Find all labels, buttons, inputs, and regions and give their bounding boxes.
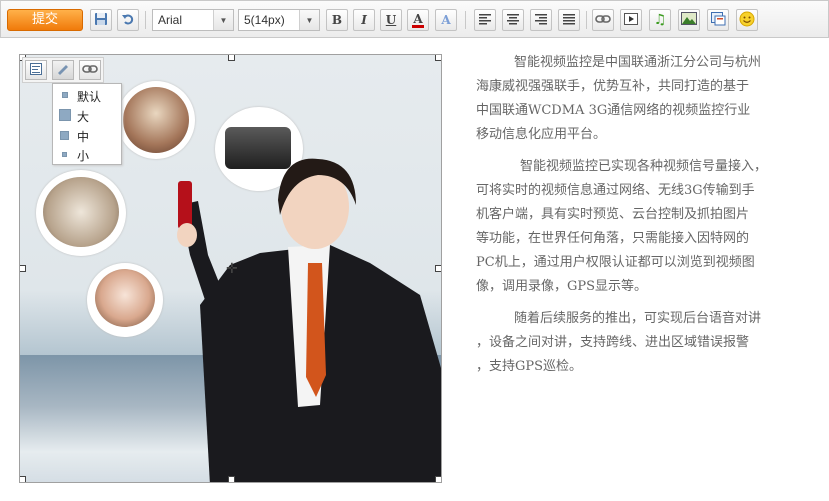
resize-handle-right[interactable] xyxy=(435,265,441,272)
text-line: 中国联通WCDMA 3G通信网络的视频监控行业 xyxy=(476,103,751,118)
toolbar-divider xyxy=(586,11,587,29)
align-center-icon xyxy=(507,13,519,28)
align-left-button[interactable] xyxy=(474,9,496,31)
image-button[interactable] xyxy=(678,9,700,31)
music-button[interactable]: ♫ xyxy=(649,9,671,31)
size-option-medium[interactable]: 中 xyxy=(53,126,121,145)
font-color-icon: A xyxy=(413,11,423,26)
resize-icon xyxy=(56,63,70,78)
text-line: 智能视频监控是中国联通浙江分公司与杭州 xyxy=(514,55,762,70)
image-size-menu: 默认 大 中 小 xyxy=(52,83,122,165)
businesswoman-figure xyxy=(177,158,441,482)
underline-button[interactable]: U xyxy=(380,9,402,31)
font-family-select[interactable]: Arial ▼ xyxy=(152,9,234,31)
align-left-icon xyxy=(479,13,491,28)
justify-icon xyxy=(563,13,575,28)
resize-handle-top[interactable] xyxy=(228,55,235,61)
size-option-large[interactable]: 大 xyxy=(53,106,121,125)
font-size-value: 5(14px) xyxy=(244,13,285,27)
undo-button[interactable] xyxy=(117,9,139,31)
editor-text-content[interactable]: 智能视频监控是中国联通浙江分公司与杭州 海康威视强强联手，优势互补，共同打造的基… xyxy=(476,51,806,387)
align-icon xyxy=(30,62,42,78)
size-option-label: 大 xyxy=(77,110,90,124)
resize-handle-left[interactable] xyxy=(20,265,26,272)
italic-button[interactable]: I xyxy=(353,9,375,31)
text-line: 机客户端，具有实时预览、云台控制及抓拍图片 xyxy=(476,207,750,222)
highlight-button[interactable]: A xyxy=(435,9,457,31)
text-line: 随着后续服务的推出，可实现后台语音对讲 xyxy=(514,311,762,326)
video-icon xyxy=(624,12,638,28)
submit-button[interactable]: 提交 xyxy=(7,9,83,31)
font-family-value: Arial xyxy=(158,13,183,27)
font-color-button[interactable]: A xyxy=(407,9,429,31)
chevron-down-icon: ▼ xyxy=(213,10,233,30)
text-line: 等功能，在世界任何角落，只需能接入因特网的 xyxy=(476,231,750,246)
photo-circle-child xyxy=(87,263,163,337)
align-center-button[interactable] xyxy=(502,9,524,31)
size-option-small[interactable]: 小 xyxy=(53,145,121,164)
screenshot-button[interactable] xyxy=(707,9,729,31)
video-button[interactable] xyxy=(620,9,642,31)
move-cursor-icon: ✛ xyxy=(226,261,238,277)
save-icon xyxy=(94,12,108,29)
size-option-label: 默认 xyxy=(77,90,102,104)
undo-icon xyxy=(121,12,135,29)
paragraph-3: 随着后续服务的推出，可实现后台语音对讲 ，设备之间对讲，支持跨线、进出区域错误报… xyxy=(476,307,806,379)
size-indicator-icon xyxy=(59,109,71,121)
align-right-icon xyxy=(535,13,547,28)
chevron-down-icon: ▼ xyxy=(299,10,319,30)
resize-handle-bottom[interactable] xyxy=(228,476,235,482)
link-button[interactable] xyxy=(592,9,614,31)
resize-handle-bottom-left[interactable] xyxy=(20,476,26,482)
font-size-select[interactable]: 5(14px) ▼ xyxy=(238,9,320,31)
text-line: ，支持GPS巡检。 xyxy=(476,359,583,374)
screenshot-icon xyxy=(710,11,726,29)
text-line: 像，调用录像，GPS显示等。 xyxy=(476,279,648,294)
font-color-bar xyxy=(412,24,424,28)
highlight-icon: A xyxy=(441,13,451,27)
resize-handle-bottom-right[interactable] xyxy=(435,476,441,482)
text-line: 移动信息化应用平台。 xyxy=(476,127,607,142)
resize-handle-top-right[interactable] xyxy=(435,55,441,61)
link-icon xyxy=(82,64,98,77)
image-toolbar xyxy=(22,57,104,83)
editor-toolbar: 提交 Arial ▼ 5(14px) ▼ B I U A A ♫ xyxy=(0,0,829,38)
italic-icon: I xyxy=(361,13,367,27)
underline-icon: U xyxy=(385,13,397,27)
music-icon: ♫ xyxy=(653,12,667,28)
photo-circle-living-room xyxy=(36,170,126,256)
size-indicator-icon xyxy=(60,131,69,140)
link-icon xyxy=(595,13,611,27)
size-option-default[interactable]: 默认 xyxy=(53,86,121,105)
bold-button[interactable]: B xyxy=(326,9,348,31)
bold-icon: B xyxy=(331,13,343,27)
image-link-button[interactable] xyxy=(79,60,101,80)
text-line: 智能视频监控已实现各种视频信号量接入， xyxy=(520,159,768,174)
size-option-label: 小 xyxy=(77,149,90,163)
size-indicator-icon xyxy=(62,92,68,98)
toolbar-divider xyxy=(145,11,146,29)
size-option-label: 中 xyxy=(77,130,90,144)
paragraph-2: 智能视频监控已实现各种视频信号量接入， 可将实时的视频信息通过网络、无线3G传输… xyxy=(476,155,806,299)
size-indicator-icon xyxy=(62,152,67,157)
emoji-button[interactable] xyxy=(736,9,758,31)
save-button[interactable] xyxy=(90,9,112,31)
align-right-button[interactable] xyxy=(530,9,552,31)
justify-button[interactable] xyxy=(558,9,580,31)
emoji-icon xyxy=(739,11,755,30)
text-line: PC机上，通过用户权限认证都可以浏览到视频图 xyxy=(476,255,755,270)
image-align-button[interactable] xyxy=(25,60,47,80)
paragraph-1: 智能视频监控是中国联通浙江分公司与杭州 海康威视强强联手，优势互补，共同打造的基… xyxy=(476,51,806,147)
toolbar-divider xyxy=(465,11,466,29)
text-line: 海康威视强强联手，优势互补，共同打造的基于 xyxy=(476,79,750,94)
image-resize-button[interactable] xyxy=(52,60,74,80)
image-icon xyxy=(681,12,697,28)
text-line: 可将实时的视频信息通过网络、无线3G传输到手 xyxy=(476,183,755,198)
text-line: ，设备之间对讲，支持跨线、进出区域错误报警 xyxy=(476,335,750,350)
